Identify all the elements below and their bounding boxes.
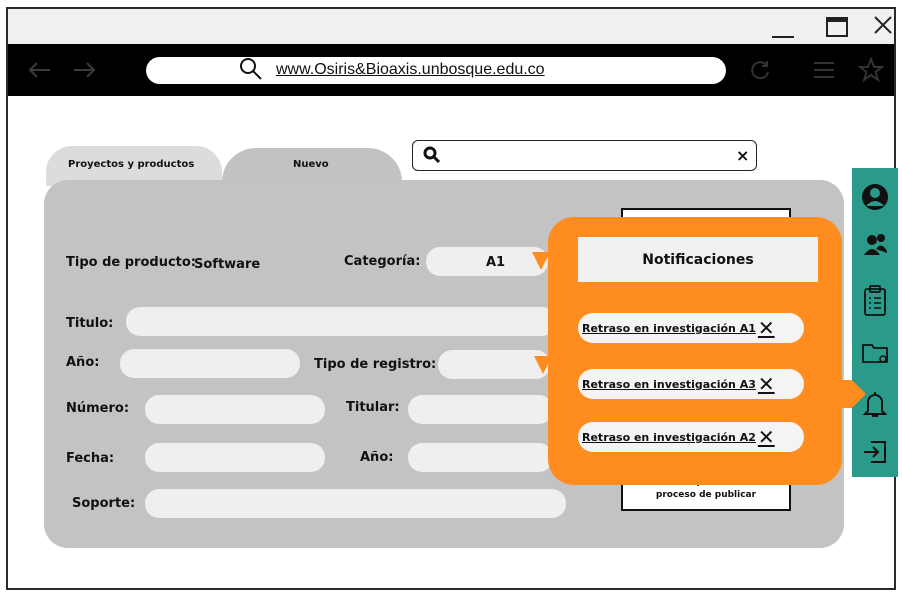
titular-label: Titular: <box>346 400 400 415</box>
arrow-right-icon <box>74 62 96 78</box>
logout-icon <box>864 441 886 463</box>
title-bar <box>8 9 894 44</box>
categoria-value: A1 <box>486 255 506 270</box>
sidebar-item-files[interactable] <box>859 337 891 369</box>
numero-label: Número: <box>66 401 130 416</box>
bell-icon <box>862 392 888 417</box>
arrow-left-icon <box>28 62 50 78</box>
minimize-button[interactable] <box>770 20 796 40</box>
back-button[interactable] <box>26 60 52 84</box>
titulo-field[interactable] <box>126 307 556 336</box>
folder-icon <box>862 344 888 363</box>
search-input[interactable] <box>412 140 757 171</box>
sidebar-item-groups[interactable] <box>859 228 891 260</box>
star-icon <box>857 56 885 83</box>
notification-item[interactable]: Retraso en investigación A1 ✕ <box>578 313 804 343</box>
fecha-label: Fecha: <box>66 451 115 466</box>
reload-icon <box>751 61 769 80</box>
maximize-button[interactable] <box>826 17 848 37</box>
categoria-label: Categoría: <box>344 254 421 269</box>
notification-item[interactable]: Retraso en investigación A2 ✕ <box>578 422 804 452</box>
close-button[interactable] <box>872 14 896 40</box>
tipo-registro-label: Tipo de registro: <box>314 357 437 372</box>
sidebar <box>852 168 898 477</box>
sidebar-item-tasks[interactable] <box>859 285 891 317</box>
tipo-producto-value: Software <box>194 257 261 272</box>
search-icon <box>422 145 442 169</box>
soporte-label: Soporte: <box>72 496 136 511</box>
bookmark-button[interactable] <box>857 56 885 87</box>
dismiss-icon[interactable]: ✕ <box>758 427 775 447</box>
anio2-label: Año: <box>360 450 394 465</box>
users-icon <box>864 234 887 255</box>
menu-icon <box>814 62 834 78</box>
notifications-title: Notificaciones <box>578 237 818 282</box>
numero-field[interactable] <box>145 395 325 424</box>
titulo-label: Titulo: <box>66 316 114 331</box>
tipo-producto-label: Tipo de producto: <box>66 255 196 270</box>
sidebar-item-profile[interactable] <box>859 181 891 213</box>
notification-label: Retraso en investigación A1 <box>582 321 756 335</box>
menu-button[interactable] <box>812 60 836 84</box>
forward-button[interactable] <box>72 60 98 84</box>
notification-label: Retraso en investigación A2 <box>582 430 756 444</box>
sidebar-item-notifications[interactable] <box>859 388 891 420</box>
tab-nuevo-label: Nuevo <box>293 159 329 170</box>
fecha-field[interactable] <box>145 443 325 472</box>
soporte-field[interactable] <box>145 489 566 518</box>
articles-text-line2: proceso de publicar <box>655 490 757 500</box>
tab-proyectos-label: Proyectos y productos <box>68 159 195 170</box>
dismiss-icon[interactable]: ✕ <box>758 318 775 338</box>
notification-item[interactable]: Retraso en investigación A3 ✕ <box>578 369 804 399</box>
reload-button[interactable] <box>748 58 772 86</box>
address-url[interactable]: www.Osiris&Bioaxis.unbosque.edu.co <box>276 61 545 79</box>
address-search-icon <box>238 56 264 86</box>
clipboard-icon <box>864 285 886 316</box>
notification-label: Retraso en investigación A3 <box>582 377 756 391</box>
anio-label: Año: <box>66 355 100 370</box>
anio-field[interactable] <box>120 349 300 378</box>
titular-field[interactable] <box>408 395 553 424</box>
user-icon <box>862 184 888 210</box>
anio2-field[interactable] <box>408 443 553 472</box>
dismiss-icon[interactable]: ✕ <box>758 374 775 394</box>
sidebar-item-logout[interactable] <box>859 436 891 468</box>
search-clear-button[interactable]: × <box>736 146 749 165</box>
close-icon <box>874 16 892 34</box>
